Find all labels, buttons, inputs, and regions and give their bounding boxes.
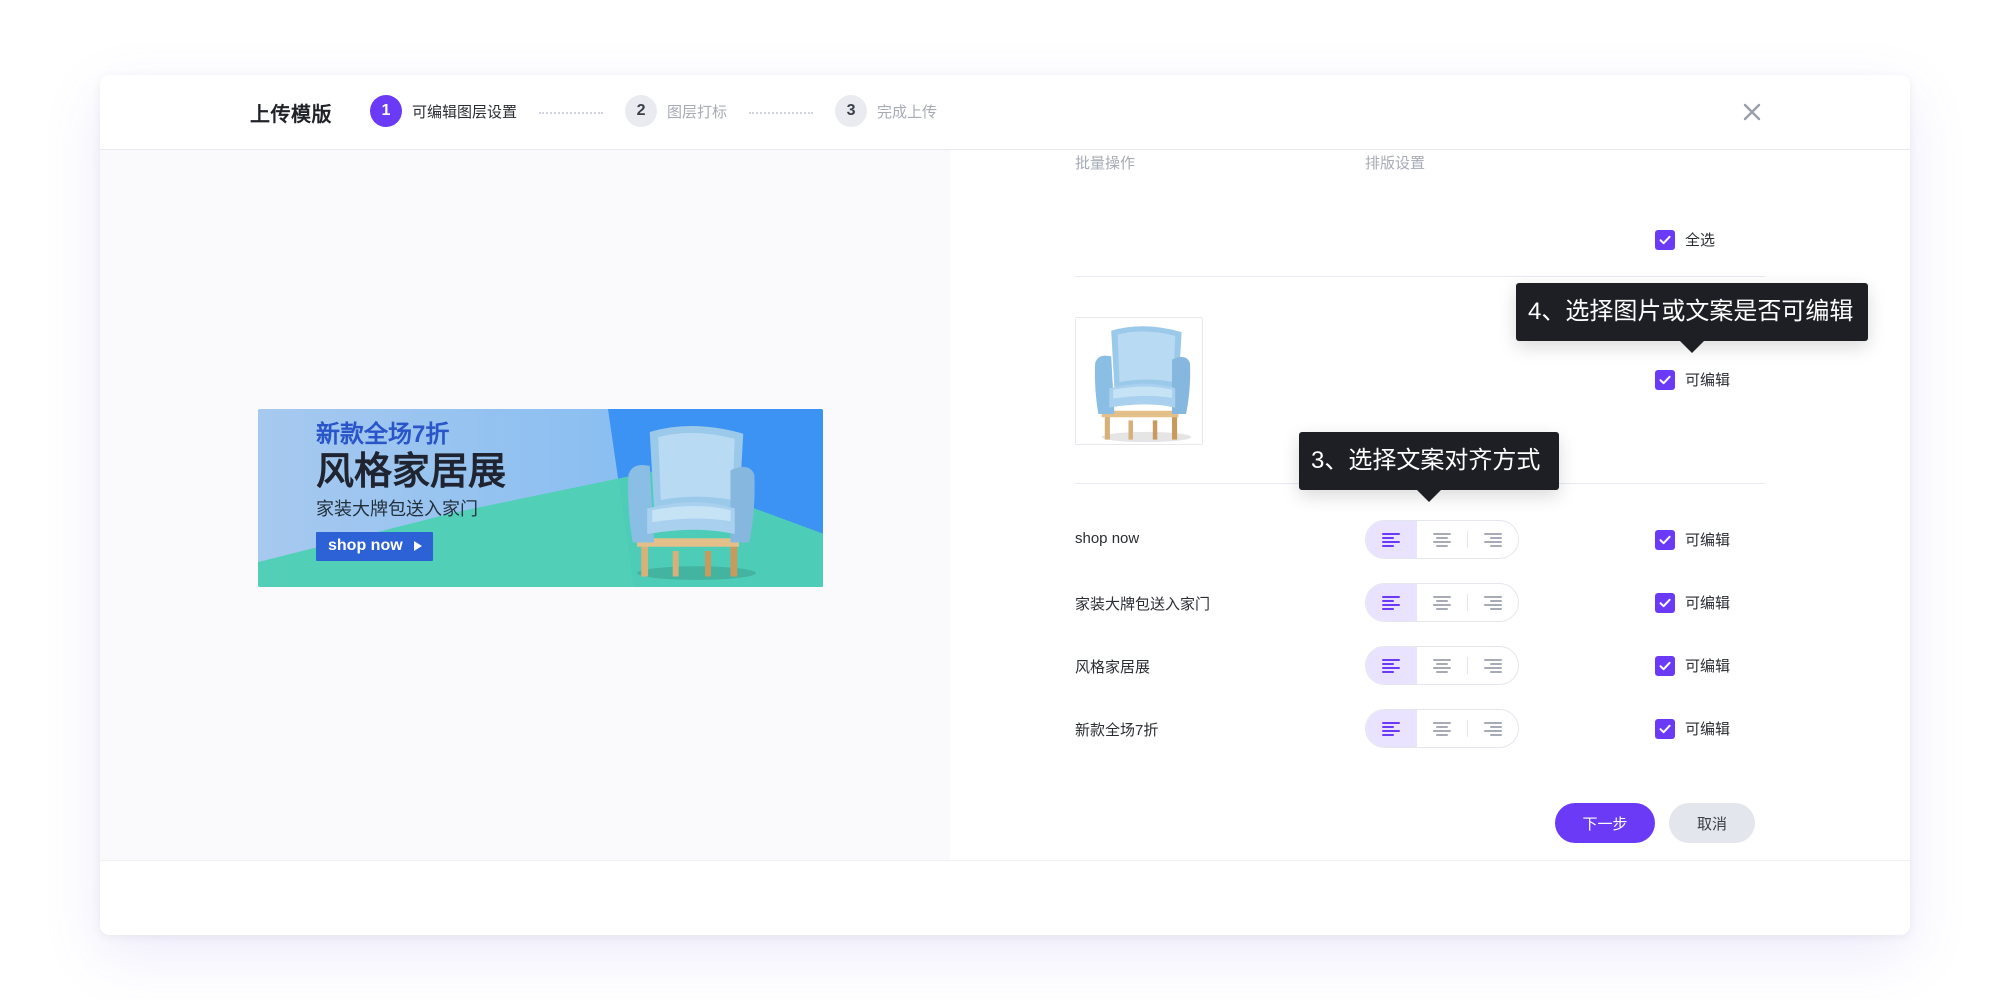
step-separator	[539, 112, 604, 114]
select-all-label: 全选	[1685, 232, 1716, 249]
align-left-button[interactable]	[1366, 584, 1417, 621]
align-left-icon	[1382, 595, 1401, 610]
stepper: 1 可编辑图层设置 2 图层打标 3 完成上传	[370, 95, 937, 127]
align-right-icon	[1483, 595, 1502, 610]
align-toggle-group	[1365, 709, 1519, 748]
align-left-button[interactable]	[1366, 647, 1417, 684]
text-layer-editable-label: 可编辑	[1685, 532, 1731, 549]
align-center-icon	[1433, 721, 1451, 736]
banner-sub-text: 家装大牌包送入家门	[316, 498, 478, 519]
banner-cta-label: shop now	[328, 537, 403, 555]
image-layer-editable-label: 可编辑	[1685, 372, 1731, 389]
text-layer-editable-checkbox[interactable]: 可编辑	[1655, 592, 1730, 613]
text-layer-label: 风格家居展	[1075, 659, 1151, 676]
image-layer-thumbnail	[1075, 317, 1203, 445]
step-2: 2 图层打标	[625, 95, 727, 127]
chair-image	[628, 426, 756, 580]
next-step-button[interactable]: 下一步	[1555, 803, 1655, 843]
align-right-button[interactable]	[1467, 521, 1518, 558]
align-left-icon	[1382, 721, 1401, 736]
text-layer-editable-checkbox[interactable]: 可编辑	[1655, 718, 1730, 739]
cancel-button[interactable]: 取消	[1669, 803, 1755, 843]
banner-cta: shop now	[316, 532, 433, 562]
batch-actions-label: 批量操作	[1075, 155, 1136, 172]
check-icon	[1659, 661, 1671, 670]
align-right-icon	[1483, 721, 1502, 736]
step-separator	[749, 112, 814, 114]
align-center-button[interactable]	[1417, 584, 1468, 621]
check-icon	[1659, 724, 1671, 733]
text-layer-label: 新款全场7折	[1075, 722, 1159, 739]
checkbox-checked-icon	[1655, 369, 1675, 390]
align-toggle-group	[1365, 646, 1519, 685]
checkbox-checked-icon	[1655, 655, 1675, 676]
align-right-button[interactable]	[1467, 710, 1518, 747]
step-3-number: 3	[835, 95, 868, 127]
align-tooltip: 3、选择文案对齐方式	[1299, 432, 1559, 490]
banner-preview: 新款全场7折 风格家居展 家装大牌包送入家门 shop now	[258, 409, 823, 587]
step-3: 3 完成上传	[835, 95, 937, 127]
align-center-icon	[1433, 595, 1451, 610]
preview-panel: 新款全场7折 风格家居展 家装大牌包送入家门 shop now	[100, 150, 950, 860]
align-left-icon	[1382, 658, 1401, 673]
banner-sale-text: 新款全场7折	[316, 421, 450, 448]
banner-main-text: 风格家居展	[316, 451, 507, 493]
play-triangle-icon	[413, 541, 422, 552]
align-center-icon	[1433, 532, 1451, 547]
check-icon	[1659, 235, 1671, 244]
chair-thumbnail-image	[1076, 318, 1202, 444]
text-layer-editable-label: 可编辑	[1685, 721, 1731, 738]
text-layer-editable-checkbox[interactable]: 可编辑	[1655, 529, 1730, 550]
close-icon	[1743, 103, 1761, 121]
step-1-number: 1	[370, 95, 402, 127]
text-layer-label: shop now	[1075, 530, 1140, 547]
align-center-button[interactable]	[1417, 521, 1468, 558]
align-center-button[interactable]	[1417, 710, 1468, 747]
check-icon	[1659, 535, 1671, 544]
checkbox-checked-icon	[1655, 718, 1675, 739]
align-left-button[interactable]	[1366, 710, 1417, 747]
align-toggle-group	[1365, 583, 1519, 622]
checkbox-checked-icon	[1655, 592, 1675, 613]
align-right-button[interactable]	[1467, 647, 1518, 684]
close-button[interactable]	[1734, 94, 1770, 130]
align-right-icon	[1483, 532, 1502, 547]
text-layer-label: 家装大牌包送入家门	[1075, 596, 1211, 613]
step-2-label: 图层打标	[667, 103, 728, 121]
check-icon	[1659, 598, 1671, 607]
editable-tooltip: 4、选择图片或文案是否可编辑	[1516, 283, 1868, 341]
align-right-icon	[1483, 658, 1502, 673]
checkbox-checked-icon	[1655, 529, 1675, 550]
check-icon	[1659, 375, 1671, 384]
select-all-checkbox[interactable]: 全选	[1655, 229, 1715, 250]
image-layer-editable-checkbox[interactable]: 可编辑	[1655, 369, 1730, 390]
header-divider	[1075, 276, 1765, 277]
step-1-label: 可编辑图层设置	[412, 103, 518, 121]
align-toggle-group	[1365, 520, 1519, 559]
align-right-button[interactable]	[1467, 584, 1518, 621]
align-center-button[interactable]	[1417, 647, 1468, 684]
text-layer-editable-checkbox[interactable]: 可编辑	[1655, 655, 1730, 676]
text-layer-editable-label: 可编辑	[1685, 595, 1731, 612]
modal-footer	[100, 860, 1910, 935]
step-2-number: 2	[625, 95, 658, 127]
layout-settings-label: 排版设置	[1365, 155, 1426, 172]
align-center-icon	[1433, 658, 1451, 673]
modal-title: 上传模版	[250, 104, 332, 126]
align-left-icon	[1382, 532, 1401, 547]
text-layer-editable-label: 可编辑	[1685, 658, 1731, 675]
banner-text-group: 新款全场7折 风格家居展 家装大牌包送入家门 shop now	[316, 421, 507, 562]
step-1: 1 可编辑图层设置	[370, 95, 517, 127]
checkbox-checked-icon	[1655, 229, 1675, 250]
align-left-button[interactable]	[1366, 521, 1417, 558]
layer-settings-panel	[950, 150, 1910, 860]
step-3-label: 完成上传	[877, 103, 938, 121]
modal-header: 上传模版 1 可编辑图层设置 2 图层打标 3 完成上传	[100, 75, 1910, 150]
